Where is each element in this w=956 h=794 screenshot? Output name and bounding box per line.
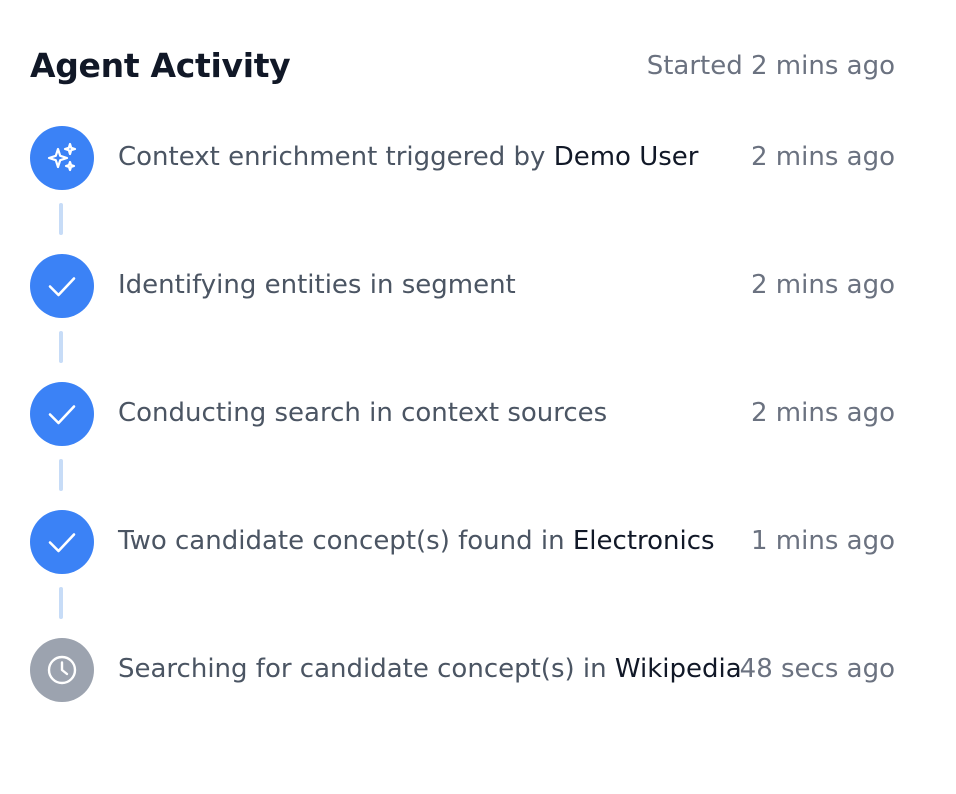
timeline-connector: [59, 459, 63, 491]
status-badge: [30, 638, 94, 702]
sparkles-icon: [45, 141, 79, 175]
activity-text: Conducting search in context sources: [118, 395, 607, 431]
activity-text: Searching for candidate concept(s) in Wi…: [118, 651, 742, 687]
activity-text: Identifying entities in segment: [118, 267, 516, 303]
activity-description: Context enrichment triggered by: [118, 142, 554, 172]
activity-actor: Demo User: [553, 142, 699, 172]
panel-header: Agent Activity Started 2 mins ago: [30, 0, 895, 130]
activity-timeline: Context enrichment triggered by Demo Use…: [30, 126, 895, 766]
activity-timestamp: 2 mins ago: [751, 142, 895, 172]
clock-icon: [45, 653, 79, 687]
activity-description: Searching for candidate concept(s) in: [118, 654, 615, 684]
timeline-connector: [59, 331, 63, 363]
activity-description: Two candidate concept(s) found in: [118, 526, 573, 556]
check-icon: [46, 526, 78, 558]
activity-category-link[interactable]: Electronics: [573, 526, 715, 556]
activity-description: Identifying entities in segment: [118, 270, 516, 300]
activity-item: Two candidate concept(s) found in Electr…: [30, 510, 895, 638]
activity-text: Two candidate concept(s) found in Electr…: [118, 523, 715, 559]
check-icon: [46, 270, 78, 302]
check-icon: [46, 398, 78, 430]
timeline-connector: [59, 203, 63, 235]
activity-timestamp: 2 mins ago: [751, 398, 895, 428]
activity-timestamp: 2 mins ago: [751, 270, 895, 300]
timeline-connector: [59, 587, 63, 619]
panel-title: Agent Activity: [30, 46, 291, 85]
activity-item: Identifying entities in segment 2 mins a…: [30, 254, 895, 382]
agent-activity-panel: Agent Activity Started 2 mins ago Contex…: [30, 0, 895, 702]
status-badge: [30, 254, 94, 318]
activity-timestamp: 48 secs ago: [739, 654, 895, 684]
status-badge: [30, 382, 94, 446]
activity-source-link[interactable]: Wikipedia: [615, 654, 742, 684]
status-badge: [30, 126, 94, 190]
activity-text: Context enrichment triggered by Demo Use…: [118, 139, 698, 175]
status-badge: [30, 510, 94, 574]
started-timestamp: Started 2 mins ago: [646, 51, 895, 81]
activity-timestamp: 1 mins ago: [751, 526, 895, 556]
activity-item: Conducting search in context sources 2 m…: [30, 382, 895, 510]
activity-description: Conducting search in context sources: [118, 398, 608, 428]
activity-item: Searching for candidate concept(s) in Wi…: [30, 638, 895, 766]
activity-item: Context enrichment triggered by Demo Use…: [30, 126, 895, 254]
